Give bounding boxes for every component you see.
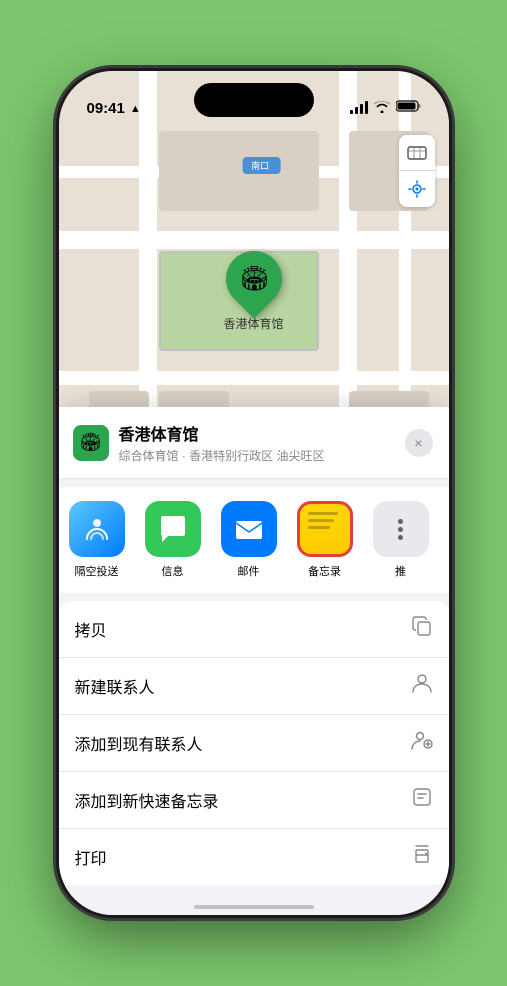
add-contact-label: 添加到现有联系人 <box>75 731 203 755</box>
menu-item-quick-note[interactable]: 添加到新快速备忘录 <box>59 772 449 829</box>
new-contact-icon <box>411 672 433 700</box>
venue-info: 香港体育馆 综合体育馆 · 香港特别行政区 油尖旺区 <box>119 421 395 464</box>
venue-title: 香港体育馆 <box>119 421 395 445</box>
notes-label: 备忘录 <box>308 563 341 579</box>
new-contact-label: 新建联系人 <box>75 674 155 698</box>
dynamic-island <box>194 83 314 117</box>
signal-icon <box>350 102 368 114</box>
quick-note-label: 添加到新快速备忘录 <box>75 788 219 812</box>
battery-icon <box>396 99 421 117</box>
map-type-button[interactable] <box>399 135 435 171</box>
mail-label: 邮件 <box>238 563 260 579</box>
time-display: 09:41 <box>87 100 125 117</box>
menu-item-add-contact[interactable]: 添加到现有联系人 <box>59 715 449 772</box>
copy-icon <box>411 615 433 643</box>
map-controls <box>399 135 435 207</box>
mail-icon <box>221 501 277 557</box>
quick-note-icon <box>411 786 433 814</box>
share-messages[interactable]: 信息 <box>135 501 211 579</box>
print-label: 打印 <box>75 845 107 869</box>
venue-subtitle: 综合体育馆 · 香港特别行政区 油尖旺区 <box>119 447 395 464</box>
share-actions-row: 隔空投送 信息 邮件 <box>59 487 449 593</box>
share-notes[interactable]: 备忘录 <box>287 501 363 579</box>
print-icon <box>411 843 433 871</box>
bottom-sheet: 🏟 香港体育馆 综合体育馆 · 香港特别行政区 油尖旺区 × 隔空投送 <box>59 407 449 915</box>
location-arrow-icon: ▲ <box>130 103 141 115</box>
close-button[interactable]: × <box>405 429 433 457</box>
copy-label: 拷贝 <box>75 617 107 641</box>
location-button[interactable] <box>399 171 435 207</box>
map-location-label: 南口 <box>242 157 280 174</box>
more-label: 推 <box>395 563 406 579</box>
airdrop-icon <box>69 501 125 557</box>
venue-header: 🏟 香港体育馆 综合体育馆 · 香港特别行政区 油尖旺区 × <box>59 407 449 479</box>
wifi-icon <box>374 101 390 116</box>
home-indicator-area <box>59 885 449 915</box>
more-icon <box>373 501 429 557</box>
add-contact-icon <box>411 729 433 757</box>
status-time: 09:41 ▲ <box>87 100 141 117</box>
messages-icon <box>145 501 201 557</box>
home-indicator <box>194 905 314 909</box>
menu-item-print[interactable]: 打印 <box>59 829 449 885</box>
venue-header-icon: 🏟 <box>73 425 109 461</box>
airdrop-label: 隔空投送 <box>75 563 119 579</box>
status-icons <box>350 99 421 117</box>
notes-icon <box>297 501 353 557</box>
messages-label: 信息 <box>162 563 184 579</box>
share-mail[interactable]: 邮件 <box>211 501 287 579</box>
phone-frame: 09:41 ▲ <box>59 71 449 915</box>
menu-item-copy[interactable]: 拷贝 <box>59 601 449 658</box>
menu-list: 拷贝 新建联系人 <box>59 601 449 885</box>
menu-item-new-contact[interactable]: 新建联系人 <box>59 658 449 715</box>
share-airdrop[interactable]: 隔空投送 <box>59 501 135 579</box>
share-more[interactable]: 推 <box>363 501 439 579</box>
venue-map-marker[interactable]: 🏟 香港体育馆 <box>223 251 283 332</box>
